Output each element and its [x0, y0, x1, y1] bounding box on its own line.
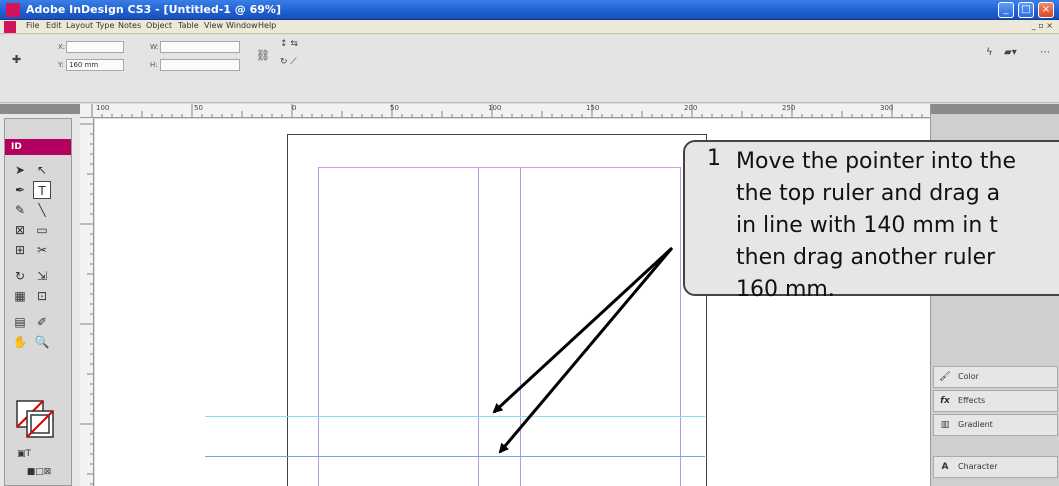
h-field[interactable]	[160, 59, 240, 71]
button-tool-icon[interactable]: ⊞	[11, 241, 29, 259]
y-label: Y:	[58, 61, 64, 69]
menu-layout[interactable]: Layout	[66, 21, 93, 30]
tools-panel-dock: ID ➤ ↖ ✒ T ✎ ╲ ⊠ ▭ ⊞ ✂ ↻ ⇲ ▦ ⊡ ▤ ✐ ✋ 🔍 ▣…	[0, 104, 80, 486]
left-margin-guide	[318, 167, 319, 486]
ruler-number: 50	[194, 104, 203, 112]
menu-view[interactable]: View	[204, 21, 223, 30]
panel-label: Effects	[958, 396, 986, 405]
column-guide-right	[520, 167, 521, 486]
ruler-number: 150	[586, 104, 600, 112]
scissors-tool-icon[interactable]: ✂	[33, 241, 51, 259]
color-icon: 🖌	[939, 372, 951, 382]
pencil-tool-icon[interactable]: ✎	[11, 201, 29, 219]
selection-tool-icon[interactable]: ➤	[11, 161, 29, 179]
y-field[interactable]: 160 mm	[66, 59, 124, 71]
title-bar: Adobe InDesign CS3 - [Untitled-1 @ 69%] …	[0, 0, 1059, 20]
rectangle-frame-tool-icon[interactable]: ⊠	[11, 221, 29, 239]
x-field[interactable]	[66, 41, 124, 53]
formatting-affects-container-icon[interactable]: ▣T	[15, 445, 33, 463]
fill-stroke-swatch-icon[interactable]	[15, 399, 55, 439]
note-tool-icon[interactable]: ▤	[11, 313, 29, 331]
ruler-number: 200	[684, 104, 698, 112]
apply-color-icon[interactable]: ■□⊠	[9, 463, 69, 481]
h-label: H:	[150, 61, 158, 69]
gradient-panel-tab[interactable]: ▥ Gradient	[933, 414, 1058, 436]
zoom-tool-icon[interactable]: 🔍	[33, 333, 51, 351]
panels-dock-header[interactable]	[931, 104, 1059, 114]
menu-bar: File Edit Layout Type Notes Object Table…	[0, 20, 1059, 34]
panel-label: Color	[958, 372, 979, 381]
menu-file[interactable]: File	[26, 21, 39, 30]
panel-label: Character	[958, 462, 998, 471]
rectangle-tool-icon[interactable]: ▭	[33, 221, 51, 239]
free-transform-tool-icon[interactable]: ⊡	[33, 287, 51, 305]
direct-selection-tool-icon[interactable]: ↖	[33, 161, 51, 179]
rotate-shear-icon[interactable]: ↻ ⟋	[280, 57, 297, 67]
ruler-number: 100	[488, 104, 502, 112]
lightning-icon[interactable]: ϟ	[986, 47, 993, 58]
w-field[interactable]	[160, 41, 240, 53]
ruler-number: 50	[390, 104, 399, 112]
character-panel-tab[interactable]: A Character	[933, 456, 1058, 478]
pen-tool-icon[interactable]: ✒	[11, 181, 29, 199]
maximize-button[interactable]: □	[1018, 2, 1034, 18]
w-label: W:	[150, 43, 159, 51]
menu-table[interactable]: Table	[178, 21, 199, 30]
character-icon: A	[941, 462, 949, 472]
tools-panel-header[interactable]	[0, 104, 80, 114]
top-margin-guide	[318, 167, 680, 168]
ruler-number: 250	[782, 104, 796, 112]
gradient-tool-icon[interactable]: ▦	[11, 287, 29, 305]
step-number: 1	[707, 146, 721, 171]
effects-icon: fx	[940, 396, 950, 406]
left-ruler-ticks	[80, 123, 93, 485]
scale-x-icon[interactable]: ↕ ⇆	[280, 39, 298, 49]
column-guide-left	[478, 167, 479, 486]
indesign-window: Adobe InDesign CS3 - [Untitled-1 @ 69%] …	[0, 0, 1059, 486]
menu-help[interactable]: Help	[258, 21, 276, 30]
panel-menu-icon[interactable]: ⋯	[1040, 47, 1050, 58]
app-icon	[6, 3, 20, 17]
rotate-tool-icon[interactable]: ↻	[11, 267, 29, 285]
bridge-icon[interactable]: ▰▾	[1004, 47, 1017, 58]
top-ruler-ticks	[91, 104, 923, 117]
type-tool-icon[interactable]: T	[33, 181, 51, 199]
ruler-number: 100	[96, 104, 110, 112]
top-ruler[interactable]: 100 50 0 50 100 150 200 250 300	[80, 104, 930, 118]
effects-panel-tab[interactable]: fx Effects	[933, 390, 1058, 412]
scale-tool-icon[interactable]: ⇲	[33, 267, 51, 285]
line-tool-icon[interactable]: ╲	[33, 201, 51, 219]
menu-window[interactable]: Window	[226, 21, 258, 30]
control-panel: ✚ X: Y: 160 mm W: H: ⛓ ↕ ⇆ ↻ ⟋ ϟ ▰▾ ⋯	[0, 35, 1059, 103]
tools-panel: ID ➤ ↖ ✒ T ✎ ╲ ⊠ ▭ ⊞ ✂ ↻ ⇲ ▦ ⊡ ▤ ✐ ✋ 🔍 ▣…	[4, 118, 72, 486]
instruction-text: Move the pointer into the the top ruler …	[736, 149, 1017, 302]
left-ruler[interactable]	[80, 118, 94, 486]
menu-notes[interactable]: Notes	[118, 21, 141, 30]
panel-label: Gradient	[958, 420, 993, 429]
close-button[interactable]: ×	[1038, 2, 1054, 18]
color-panel-tab[interactable]: 🖌 Color	[933, 366, 1058, 388]
minimize-button[interactable]: _	[998, 2, 1014, 18]
instruction-callout: 1 Move the pointer into the the top rule…	[683, 140, 1059, 302]
ruler-number: 300	[880, 104, 894, 112]
indesign-logo: ID	[5, 139, 71, 155]
ruler-number: 0	[292, 104, 297, 112]
x-label: X:	[58, 43, 66, 51]
gradient-icon: ▥	[940, 420, 950, 430]
eyedropper-tool-icon[interactable]: ✐	[33, 313, 51, 331]
right-margin-guide	[680, 167, 681, 486]
window-title: Adobe InDesign CS3 - [Untitled-1 @ 69%]	[26, 3, 281, 16]
constrain-proportions-icon[interactable]: ⛓	[256, 49, 270, 62]
document-icon	[4, 21, 16, 33]
reference-point-icon[interactable]: ✚	[12, 53, 21, 66]
menu-type[interactable]: Type	[96, 21, 114, 30]
ruler-guide-160mm[interactable]	[205, 456, 705, 457]
menu-edit[interactable]: Edit	[46, 21, 62, 30]
document-page[interactable]	[287, 134, 707, 486]
hand-tool-icon[interactable]: ✋	[11, 333, 29, 351]
ruler-guide-140mm[interactable]	[205, 416, 705, 417]
menu-object[interactable]: Object	[146, 21, 172, 30]
document-window-controls[interactable]: _ ▫ ×	[1032, 21, 1053, 30]
